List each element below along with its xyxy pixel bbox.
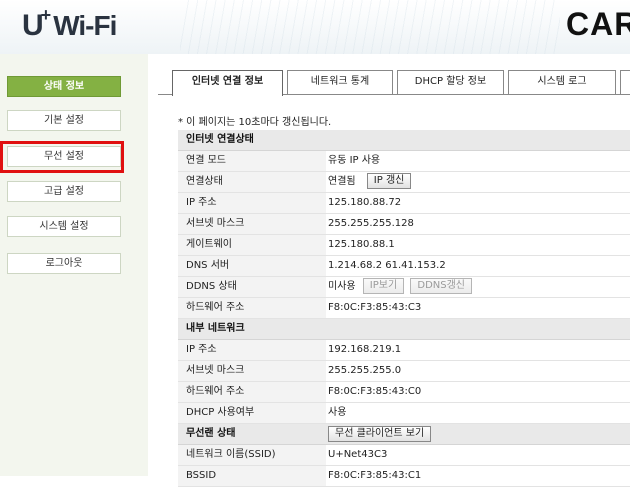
table-row: IP 주소 192.168.219.1 [178,340,630,361]
row-value: 사용 [328,407,347,418]
refresh-notice: * 이 페이지는 10초마다 갱신됩니다. [178,117,332,128]
table-row: 게이트웨이 125.180.88.1 [178,235,630,256]
row-label: IP 주소 [178,340,326,360]
tab-overflow[interactable] [620,70,630,94]
table-row: DNS 서버 1.214.68.2 61.41.153.2 [178,256,630,277]
row-value: F8:0C:F3:85:43:C3 [328,302,422,313]
table-row: BSSID F8:0C:F3:85:43:C1 [178,466,630,487]
table-row: DHCP 사용여부 사용 [178,403,630,424]
row-label: IP 주소 [178,193,326,213]
section-wireless: 무선랜 상태 무선 클라이언트 보기 [178,424,630,445]
row-label: 서브넷 마스크 [178,361,326,381]
row-label: 연결 모드 [178,151,326,171]
row-label: 네트워크 이름(SSID) [178,445,326,465]
header-decoration [180,0,560,54]
row-label: 하드웨어 주소 [178,298,326,318]
row-label: BSSID [178,466,326,486]
table-row: 연결 모드 유동 IP 사용 [178,151,630,172]
row-label: 서브넷 마스크 [178,214,326,234]
row-label: 게이트웨이 [178,235,326,255]
row-value: 192.168.219.1 [328,344,402,355]
table-row: DDNS 상태 미사용 IP보기 DDNS갱신 [178,277,630,298]
table-row: 네트워크 이름(SSID) U+Net43C3 [178,445,630,466]
row-value: F8:0C:F3:85:43:C0 [328,386,422,397]
table-row: 서브넷 마스크 255.255.255.0 [178,361,630,382]
sidebar-item-system-settings[interactable]: 시스템 설정 [7,216,121,237]
row-value: 125.180.88.1 [328,239,395,250]
sidebar-item-status[interactable]: 상태 정보 [7,76,121,97]
ddns-status: 미사용 [328,281,356,292]
table-row: 연결상태 연결됨 IP 갱신 [178,172,630,193]
row-value: 1.214.68.2 61.41.153.2 [328,260,446,271]
row-label: DHCP 사용여부 [178,403,326,423]
tab-internet-connection[interactable]: 인터넷 연결 정보 [172,70,283,96]
row-value: U+Net43C3 [328,449,388,460]
table-row: 서브넷 마스크 255.255.255.128 [178,214,630,235]
section-title: 인터넷 연결상태 [186,134,254,145]
table-row: 하드웨어 주소 F8:0C:F3:85:43:C0 [178,382,630,403]
row-label: 연결상태 [178,172,326,192]
row-value: 255.255.255.128 [328,218,414,229]
row-label: 하드웨어 주소 [178,382,326,402]
connection-status: 연결됨 [328,176,356,187]
header-right-text: CAR [566,6,630,42]
section-title: 내부 네트워크 [186,323,245,334]
logo-u: U [22,9,44,42]
ip-renew-button[interactable]: IP 갱신 [366,173,412,189]
sidebar: 상태 정보 기본 설정 무선 설정 고급 설정 시스템 설정 로그아웃 [0,54,148,476]
tab-bar: 인터넷 연결 정보 네트워크 통계 DHCP 할당 정보 시스템 로그 [158,70,630,96]
sidebar-item-wireless-settings[interactable]: 무선 설정 [7,146,121,167]
brand-logo: U+ Wi-Fi [22,5,117,49]
row-value: 유동 IP 사용 [328,155,381,166]
section-internet: 인터넷 연결상태 [178,130,630,151]
row-value: 연결됨 IP 갱신 [328,172,630,192]
row-value: 255.255.255.0 [328,365,402,376]
row-label: DNS 서버 [178,256,326,276]
table-row: IP 주소 125.180.88.72 [178,193,630,214]
row-value: F8:0C:F3:85:43:C1 [328,470,422,481]
ddns-renew-button[interactable]: DDNS갱신 [410,278,473,294]
row-value: 125.180.88.72 [328,197,402,208]
section-internal-network: 내부 네트워크 [178,319,630,340]
header: U+ Wi-Fi CAR [0,0,630,54]
section-title: 무선랜 상태 [186,428,236,439]
sidebar-item-logout[interactable]: 로그아웃 [7,253,121,274]
table-row: 하드웨어 주소 F8:0C:F3:85:43:C3 [178,298,630,319]
sidebar-item-basic-settings[interactable]: 기본 설정 [7,110,121,131]
logo-plus: + [40,5,51,25]
tab-system-log[interactable]: 시스템 로그 [508,70,616,94]
tab-dhcp-leases[interactable]: DHCP 할당 정보 [397,70,504,94]
wireless-client-button[interactable]: 무선 클라이언트 보기 [328,426,432,442]
tab-network-stats[interactable]: 네트워크 통계 [287,70,393,94]
sidebar-item-advanced-settings[interactable]: 고급 설정 [7,181,121,202]
row-label: DDNS 상태 [178,277,326,297]
logo-wifi: Wi-Fi [53,10,117,41]
ip-view-button[interactable]: IP보기 [362,278,405,294]
row-value: 미사용 IP보기 DDNS갱신 [328,277,630,297]
